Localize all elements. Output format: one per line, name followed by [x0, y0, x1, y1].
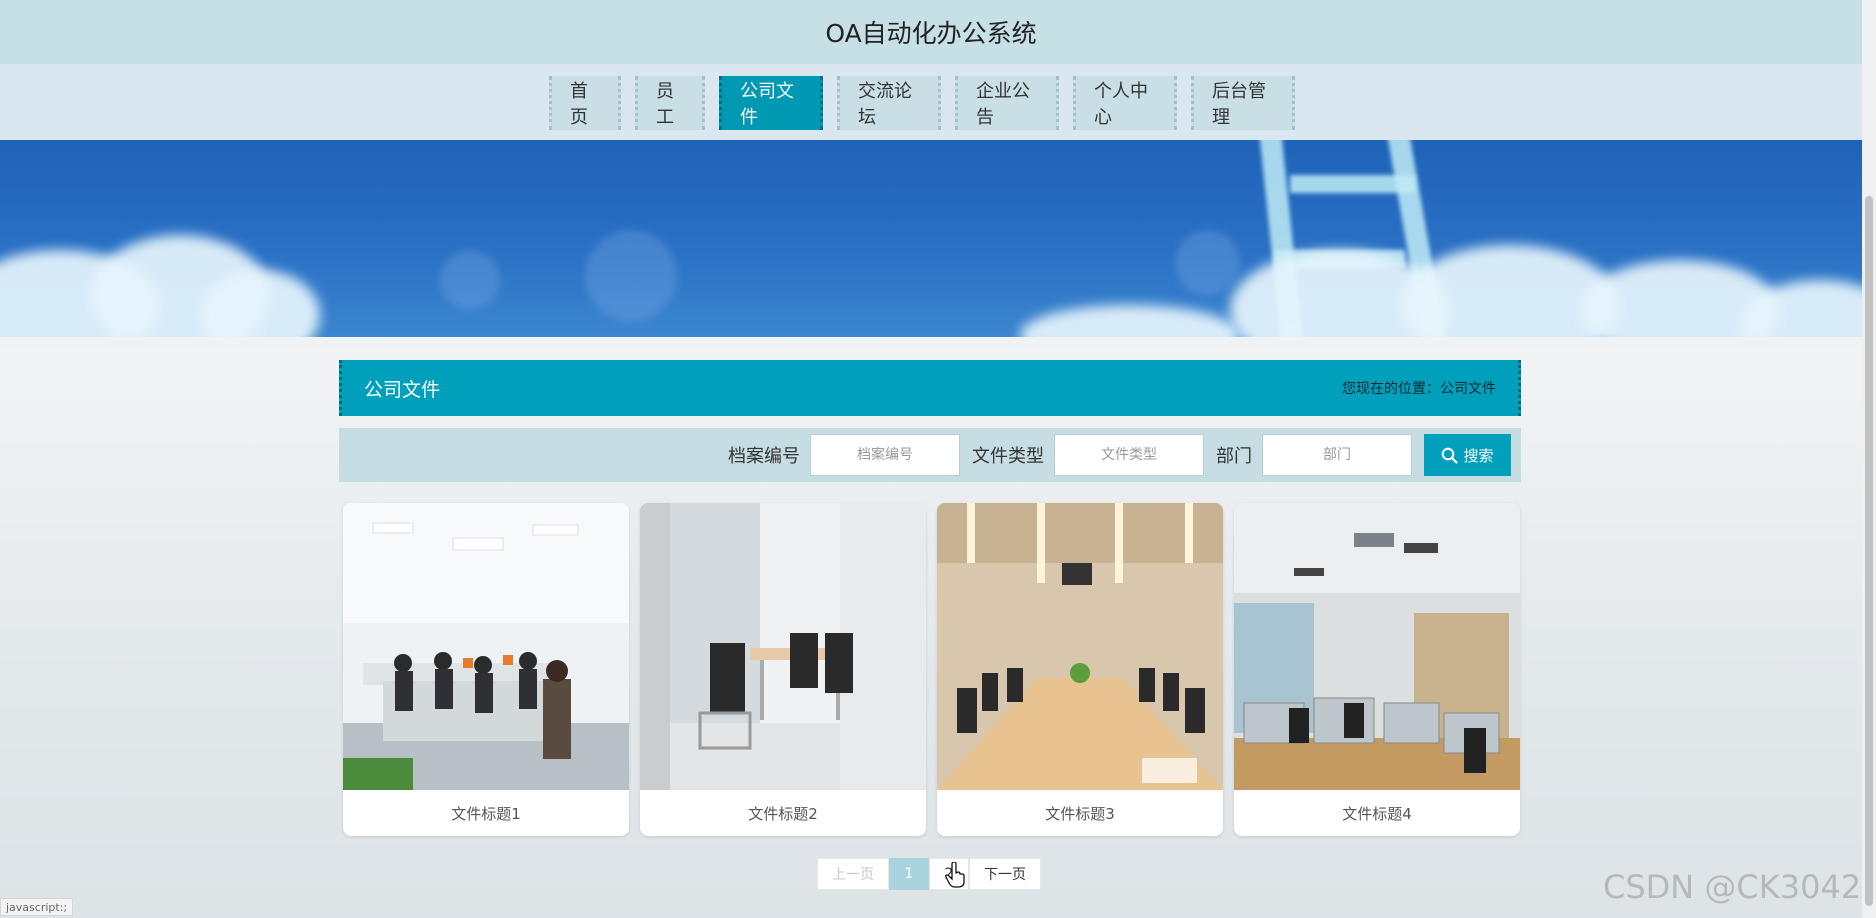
department-label: 部门: [1216, 446, 1252, 467]
hand-cursor-icon: [945, 862, 965, 888]
page-number-1[interactable]: 1: [889, 858, 929, 890]
archive-number-label: 档案编号: [728, 446, 800, 467]
watermark: CSDN @CK3042: [1603, 868, 1862, 906]
status-link-text: javascript:;: [0, 898, 74, 916]
card-title: 文件标题3: [1045, 804, 1115, 823]
nav-item-company-files[interactable]: 公司文件: [719, 76, 823, 130]
search-button[interactable]: 搜索: [1424, 434, 1511, 476]
banner-image: [0, 140, 1862, 337]
card-image-meeting-room: [640, 503, 926, 790]
card-title: 文件标题4: [1342, 804, 1412, 823]
card-image-conference-room: [937, 503, 1223, 790]
file-type-input[interactable]: [1054, 434, 1204, 476]
file-card[interactable]: 文件标题2: [640, 503, 926, 836]
nav-bar: 首页 员工 公司文件 交流论坛 企业公告 个人中心 后台管理: [0, 64, 1862, 140]
card-image-open-office: [343, 503, 629, 790]
nav-item-staff[interactable]: 员工: [635, 76, 705, 130]
breadcrumb: 您现在的位置：公司文件: [1342, 381, 1496, 397]
nav-item-admin[interactable]: 后台管理: [1191, 76, 1295, 130]
file-type-label: 文件类型: [972, 446, 1044, 467]
prev-page-button[interactable]: 上一页: [817, 858, 889, 890]
next-page-button[interactable]: 下一页: [969, 858, 1041, 890]
file-card[interactable]: 文件标题1: [343, 503, 629, 836]
card-title: 文件标题1: [451, 804, 521, 823]
pagination: 上一页 1 2 下一页: [817, 858, 1041, 890]
card-title: 文件标题2: [748, 804, 818, 823]
scrollbar-thumb[interactable]: [1865, 196, 1873, 906]
nav-item-announcements[interactable]: 企业公告: [955, 76, 1059, 130]
archive-number-input[interactable]: [810, 434, 960, 476]
nav-item-home[interactable]: 首页: [549, 76, 621, 130]
file-card-list: 文件标题1 文件标题2 文件标题3 文件标题4: [343, 503, 1520, 836]
section-header: 公司文件 您现在的位置：公司文件: [339, 360, 1521, 416]
scrollbar[interactable]: [1862, 0, 1876, 918]
search-bar: 档案编号 文件类型 部门 搜索: [339, 428, 1521, 482]
section-title: 公司文件: [364, 378, 441, 401]
search-button-label: 搜索: [1463, 447, 1494, 465]
main-nav: 首页 员工 公司文件 交流论坛 企业公告 个人中心 后台管理: [549, 76, 1295, 130]
app-title: OA自动化办公系统: [825, 19, 1037, 48]
file-card[interactable]: 文件标题4: [1234, 503, 1520, 836]
nav-item-forum[interactable]: 交流论坛: [837, 76, 941, 130]
nav-item-personal-center[interactable]: 个人中心: [1073, 76, 1177, 130]
department-input[interactable]: [1262, 434, 1412, 476]
search-icon: [1442, 447, 1459, 464]
file-card[interactable]: 文件标题3: [937, 503, 1223, 836]
top-bar: OA自动化办公系统: [0, 0, 1862, 64]
card-image-office-cubicles: [1234, 503, 1520, 790]
